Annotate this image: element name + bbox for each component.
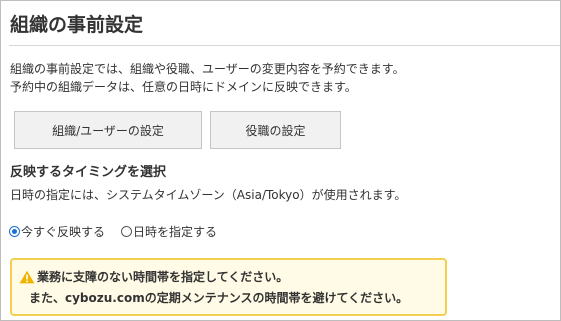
title-divider: [9, 45, 560, 46]
page-title: 組織の事前設定: [10, 14, 144, 36]
radio-option-specify-datetime[interactable]: 日時を指定する: [121, 223, 217, 240]
warning-box: 業務に支障のない時間帯を指定してください。 また、cybozu.comの定期メン…: [10, 258, 447, 316]
warning-triangle-icon: [19, 270, 35, 284]
title-settings-button[interactable]: 役職の設定: [210, 111, 341, 149]
description-line: 組織の事前設定では、組織や役職、ユーザーの変更内容を予約できます。: [10, 62, 405, 76]
warning-text-line2: また、cybozu.comの定期メンテナンスの時間帯を避けてください。: [29, 291, 409, 305]
timing-description: 日時の指定には、システムタイムゾーン（Asia/Tokyo）が使用されます。: [10, 188, 407, 202]
timing-radio-group: 今すぐ反映する 日時を指定する: [9, 221, 233, 241]
settings-panel: 組織の事前設定 組織の事前設定では、組織や役職、ユーザーの変更内容を予約できます…: [0, 0, 561, 321]
description-line: 予約中の組織データは、任意の日時にドメインに反映できます。: [10, 80, 357, 94]
org-user-settings-button[interactable]: 組織/ユーザーの設定: [14, 111, 202, 149]
page-description: 組織の事前設定では、組織や役職、ユーザーの変更内容を予約できます。 予約中の組織…: [10, 60, 405, 96]
specify-datetime-radio[interactable]: [121, 225, 133, 237]
warning-text-line1: 業務に支障のない時間帯を指定してください。: [37, 270, 289, 284]
radio-option-apply-now[interactable]: 今すぐ反映する: [9, 223, 105, 240]
apply-now-label[interactable]: 今すぐ反映する: [21, 223, 105, 240]
specify-datetime-label[interactable]: 日時を指定する: [133, 223, 217, 240]
timing-heading: 反映するタイミングを選択: [10, 165, 167, 180]
apply-now-radio[interactable]: [9, 225, 20, 237]
